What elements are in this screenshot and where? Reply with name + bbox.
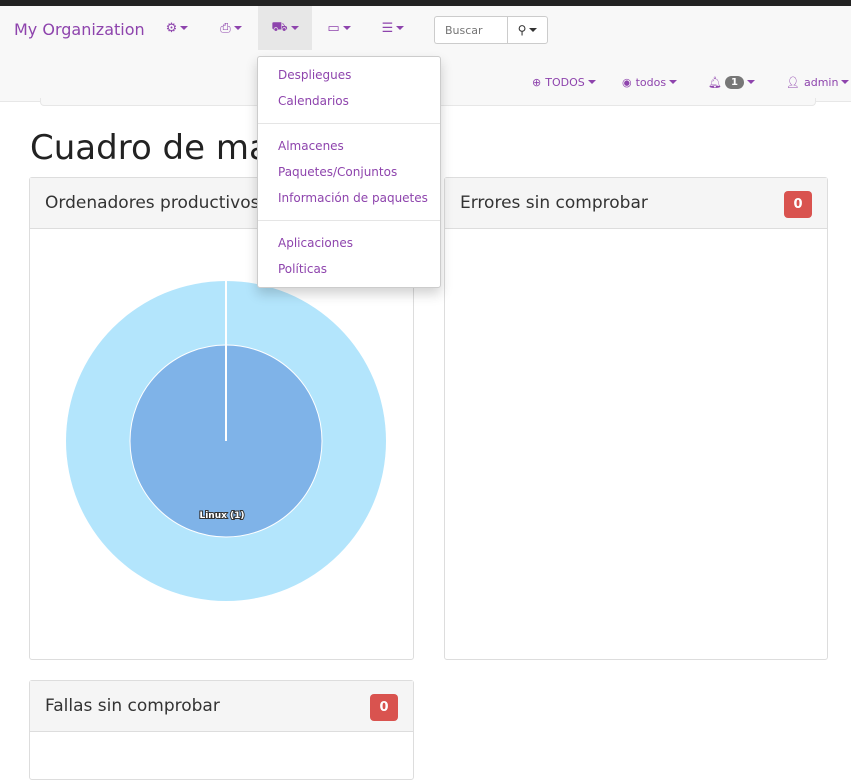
notifications-menu[interactable]: 🔔︎ 1	[708, 64, 755, 100]
user-label: admin	[803, 75, 839, 89]
menu-item-calendarios[interactable]: Calendarios	[258, 88, 440, 114]
chevron-down-icon	[841, 80, 850, 84]
bell-icon: 🔔︎	[708, 75, 722, 89]
notifications-badge: 1	[724, 75, 744, 89]
errors-count-badge: 0	[784, 191, 812, 218]
gears-icon: ⚙	[165, 20, 178, 36]
panel-heading: Fallas sin comprobar 0	[30, 681, 413, 732]
errors-panel: Errores sin comprobar 0	[444, 177, 828, 660]
panel-heading: Errores sin comprobar 0	[445, 178, 827, 229]
menu-divider	[258, 123, 440, 124]
search-input[interactable]	[434, 16, 507, 44]
reports-menu[interactable]: ☰	[366, 6, 420, 50]
printers-menu[interactable]: ⎙	[204, 6, 258, 50]
panel-title: Ordenadores productivos	[45, 193, 260, 213]
search-button[interactable]: ⚲	[507, 16, 548, 44]
menu-item-politicas[interactable]: Políticas	[258, 256, 440, 282]
panel-title: Fallas sin comprobar	[45, 696, 220, 716]
chevron-down-icon	[396, 26, 405, 30]
panel-title: Errores sin comprobar	[460, 193, 648, 213]
eye-icon: ◉	[622, 75, 632, 89]
chevron-down-icon	[669, 80, 678, 84]
scope-menu[interactable]: ⊕ TODOS	[532, 64, 596, 100]
settings-menu[interactable]: ⚙	[150, 6, 204, 50]
menu-item-despliegues[interactable]: Despliegues	[258, 62, 440, 88]
chevron-down-icon	[529, 28, 538, 32]
user-menu[interactable]: 👤︎ admin	[786, 64, 850, 100]
chevron-down-icon	[342, 26, 351, 30]
faults-count-badge: 0	[370, 694, 398, 721]
productive-computers-chart: Linux (1)	[66, 281, 386, 601]
search-icon: ⚲	[517, 23, 527, 37]
menu-divider	[258, 220, 440, 221]
view-label: todos	[635, 75, 667, 89]
brand-link[interactable]: My Organization	[14, 20, 145, 39]
printer-icon: ⎙	[220, 20, 231, 36]
chevron-down-icon	[180, 26, 189, 30]
menu-item-almacenes[interactable]: Almacenes	[258, 133, 440, 159]
search-form: ⚲	[434, 16, 548, 44]
menu-item-paquetes[interactable]: Paquetes/Conjuntos	[258, 159, 440, 185]
menu-item-info-paquetes[interactable]: Información de paquetes	[258, 185, 440, 211]
faults-panel: Fallas sin comprobar 0	[29, 680, 414, 780]
chevron-down-icon	[746, 80, 755, 84]
truck-icon: ⛟	[271, 19, 288, 35]
chart-slice-label: Linux (1)	[199, 511, 244, 521]
menu-item-aplicaciones[interactable]: Aplicaciones	[258, 230, 440, 256]
laptop-icon: ▭	[327, 20, 340, 36]
deployments-dropdown: Despliegues Calendarios Almacenes Paquet…	[257, 56, 441, 288]
list-icon: ☰	[381, 20, 394, 36]
globe-icon: ⊕	[532, 75, 542, 89]
scope-label: TODOS	[545, 75, 585, 89]
view-menu[interactable]: ◉ todos	[622, 64, 678, 100]
computers-menu[interactable]: ▭	[312, 6, 366, 50]
chevron-down-icon	[290, 26, 299, 30]
user-icon: 👤︎	[786, 75, 800, 89]
chevron-down-icon	[233, 26, 242, 30]
deployments-menu[interactable]: ⛟	[258, 6, 312, 50]
chevron-down-icon	[587, 80, 596, 84]
